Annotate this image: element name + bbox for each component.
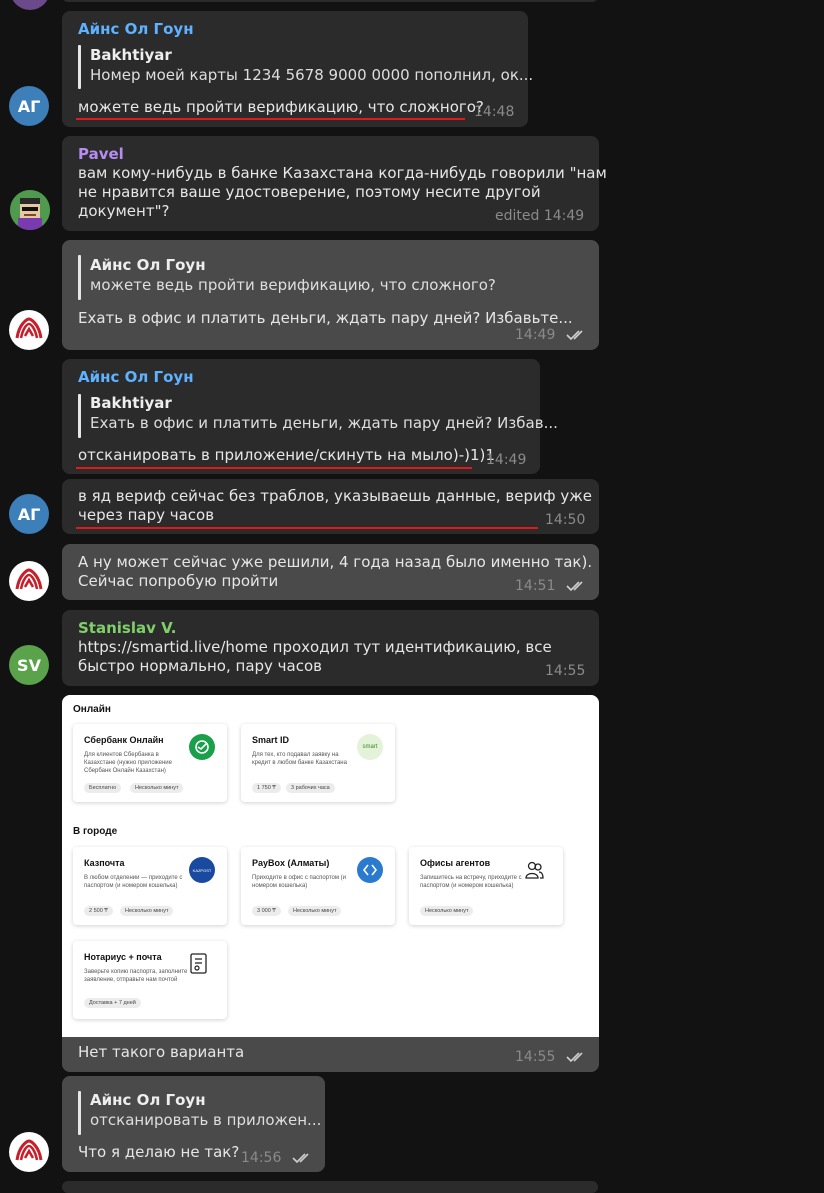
card-chip: 2 500 ₸	[84, 906, 113, 916]
message-bubble-cutoff	[62, 1181, 598, 1193]
option-card: PayBox (Алматы) Приходите в офис с паспо…	[241, 847, 395, 925]
message-time: edited 14:49	[495, 208, 585, 224]
reply-quote-text[interactable]: Ехать в офис и платить деньги, ждать пар…	[90, 414, 558, 432]
message-text: отсканировать в приложение/скинуть на мы…	[78, 446, 495, 464]
message-text-line: не нравится ваше удостоверение, поэтому …	[78, 183, 541, 201]
message-time: 14:48	[474, 104, 515, 120]
option-card: Нотариус + почта Заверьте копию паспорта…	[73, 941, 227, 1019]
card-description: Для тех, кто подавал заявку на кредит в …	[252, 752, 347, 766]
reply-quote-author[interactable]: Айнс Ол Гоун	[90, 1091, 206, 1109]
section-online-heading: Онлайн	[73, 704, 111, 715]
emblem-avatar[interactable]	[9, 561, 49, 601]
avatar-cutoff[interactable]	[10, 0, 50, 10]
double-check-icon	[292, 1153, 309, 1164]
message-text-line: быстро нормально, пару часов	[78, 657, 322, 675]
message-text-line: А ну может сейчас уже решили, 4 года наз…	[78, 553, 593, 571]
message-text-line: в яд вериф сейчас без траблов, указываеш…	[78, 487, 592, 505]
message-text-line: документ"?	[78, 202, 170, 220]
message-time: 14:50	[545, 512, 586, 528]
photo-attachment[interactable]: Онлайн Сбербанк Онлайн Для клиентов Сбер…	[62, 695, 599, 1037]
card-chip: Несколько минут	[130, 783, 184, 793]
sender-name[interactable]: Pavel	[78, 145, 124, 163]
card-title: PayBox (Алматы)	[252, 858, 330, 868]
message-text: Ехать в офис и платить деньги, ждать пар…	[78, 309, 573, 327]
message-text-line: Сейчас попробую пройти	[78, 572, 279, 590]
card-chip: 3 рабочих часа	[286, 783, 335, 793]
card-chip: Бесплатно	[84, 783, 122, 793]
reply-quote-bar	[78, 1091, 81, 1135]
avatar[interactable]: АГ	[9, 86, 49, 126]
smart-logo-icon: smart	[357, 734, 383, 760]
message-time: 14:51	[515, 578, 556, 594]
option-card: Smart ID Для тех, кто подавал заявку на …	[241, 724, 395, 802]
people-icon	[521, 857, 547, 883]
document-icon	[185, 951, 211, 977]
message-text: можете ведь пройти верификацию, что слож…	[78, 98, 484, 116]
message-text-line: вам кому-нибудь в банке Казахстана когда…	[78, 164, 607, 182]
option-card: Казпочта В любом отделении — приходите с…	[73, 847, 227, 925]
card-chip: Несколько минут	[288, 906, 342, 916]
sender-name[interactable]: Айнс Ол Гоун	[78, 368, 194, 386]
message-time: 14:49	[515, 327, 556, 343]
red-underline-annotation	[76, 467, 472, 469]
card-description: Для клиентов Сбербанка в Казахстане (нуж…	[84, 752, 172, 774]
reply-quote-bar	[78, 394, 81, 438]
emblem-avatar[interactable]	[9, 310, 49, 350]
reply-quote-text[interactable]: Номер моей карты 1234 5678 9000 0000 поп…	[90, 66, 533, 84]
red-emblem-icon	[10, 311, 48, 349]
card-description: В любом отделении — приходите с паспорто…	[84, 875, 183, 889]
pixel-avatar[interactable]	[10, 190, 50, 230]
card-chip: Доставка + 7 дней	[84, 998, 141, 1008]
message-time: 14:49	[486, 452, 527, 468]
reply-quote-author[interactable]: Bakhtiyar	[90, 394, 172, 412]
reply-quote-bar	[78, 45, 81, 89]
message-time: 14:55	[515, 1049, 556, 1065]
double-check-icon	[566, 330, 583, 341]
double-check-icon	[566, 581, 583, 592]
reply-quote-bar	[78, 255, 81, 300]
photo-caption: Нет такого варианта	[78, 1043, 245, 1061]
message-time: 14:56	[241, 1150, 282, 1166]
message-bubble-cutoff	[62, 0, 598, 2]
pixel-face-icon	[10, 190, 50, 230]
message-text-line: через пару часов	[78, 506, 215, 524]
card-title: Smart ID	[252, 735, 290, 745]
sber-logo-icon	[189, 734, 215, 760]
paybox-logo-icon	[357, 857, 383, 883]
card-description: Приходите в офис с паспортом (и номером …	[252, 875, 347, 889]
emblem-avatar[interactable]	[9, 1132, 49, 1172]
double-check-icon	[566, 1052, 583, 1063]
card-chip: 3 000 ₸	[252, 906, 281, 916]
option-card: Офисы агентов Запишитесь на встречу, при…	[409, 847, 563, 925]
reply-quote-text[interactable]: можете ведь пройти верификацию, что слож…	[90, 276, 496, 294]
card-chip: Несколько минут	[420, 906, 474, 916]
reply-quote-text[interactable]: отсканировать в приложен...	[90, 1111, 321, 1129]
card-title: Нотариус + почта	[84, 952, 162, 962]
card-chip: 1 750 ₸	[252, 783, 281, 793]
card-title: Сбербанк Онлайн	[84, 735, 164, 745]
card-description: Запишитесь на встречу, приходите с паспо…	[420, 875, 522, 889]
card-description: Заверьте копию паспорта, заполните заявл…	[84, 969, 188, 983]
avatar[interactable]: АГ	[9, 494, 49, 534]
card-title: Офисы агентов	[420, 858, 491, 868]
card-chip: Несколько минут	[120, 906, 174, 916]
reply-quote-author[interactable]: Bakhtiyar	[90, 46, 172, 64]
message-text: Что я делаю не так?	[78, 1143, 240, 1161]
avatar[interactable]: SV	[9, 645, 49, 685]
kazpost-logo-icon: KAZPOST	[189, 857, 215, 883]
option-card: Сбербанк Онлайн Для клиентов Сбербанка в…	[73, 724, 227, 802]
reply-quote-author[interactable]: Айнс Ол Гоун	[90, 256, 206, 274]
message-text-line[interactable]: https://smartid.live/home проходил тут и…	[78, 638, 552, 657]
red-emblem-icon	[10, 1133, 48, 1171]
card-title: Казпочта	[84, 858, 125, 868]
red-emblem-icon	[10, 562, 48, 600]
red-underline-annotation	[76, 527, 538, 529]
sender-name[interactable]: Stanislav V.	[78, 619, 176, 637]
sender-name[interactable]: Айнс Ол Гоун	[78, 20, 194, 38]
message-time: 14:55	[545, 663, 586, 679]
section-city-heading: В городе	[73, 826, 118, 837]
red-underline-annotation	[76, 118, 465, 120]
